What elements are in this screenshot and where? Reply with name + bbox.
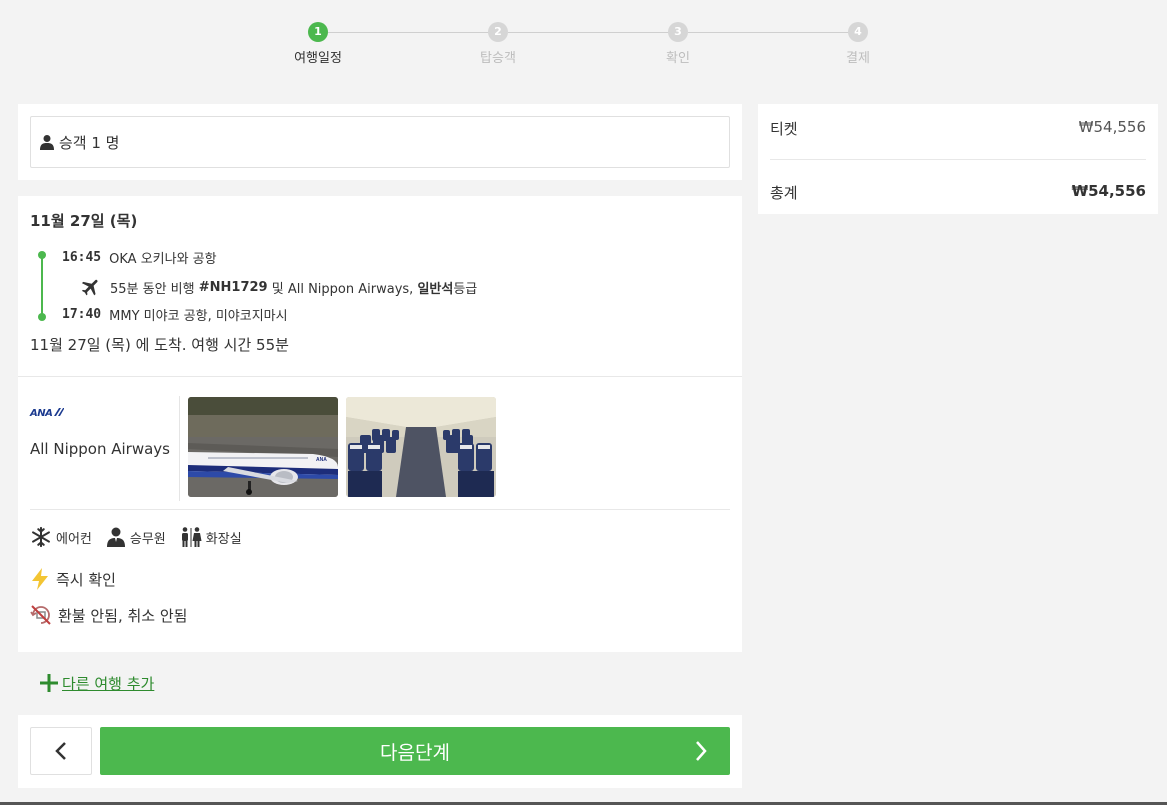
total-price-row: 총계 ₩54,556 [770,182,1146,203]
passenger-card: 승객 1 명 [18,104,742,180]
step-label: 탑승객 [480,51,516,66]
step-itinerary[interactable]: 1 여행일정 [258,22,378,66]
airline-logo: ANA [30,408,65,419]
refund-policy: 환불 안됨, 취소 안됨 [30,604,187,626]
step-label: 확인 [666,51,690,66]
step-passengers[interactable]: 2 탑승객 [438,22,558,66]
step-number: 2 [488,22,508,42]
airline-logo-mark [54,408,65,416]
next-step-label: 다음단계 [380,741,450,764]
chevron-left-icon [55,742,66,760]
step-number: 1 [308,22,328,42]
amenity-flight-attendant: 승무원 [106,527,166,547]
aircraft-cabin-photo[interactable] [346,397,496,497]
timeline-line [41,254,43,316]
step-confirm[interactable]: 3 확인 [618,22,738,66]
departure-dot [38,251,46,259]
divider [30,509,730,510]
svg-text:ANA: ANA [316,457,327,463]
step-number: 3 [668,22,688,42]
flight-number: #NH1729 [198,279,268,295]
ticket-amount: ₩54,556 [1078,118,1146,136]
aircraft-exterior-image: ANA [188,397,338,497]
itinerary-card: 11월 27일 (목) 16:45 OKA 오키나와 공항 55분 동안 비행 … [18,196,742,652]
snowflake-icon [32,526,50,548]
ticket-price-row: 티켓 ₩54,556 [770,118,1146,139]
progress-stepper: 1 여행일정 2 탑승객 3 확인 4 결제 [258,22,918,72]
aircraft-exterior-photo[interactable]: ANA [188,397,338,497]
divider [18,376,742,377]
cabin-suffix: 등급 [453,281,478,297]
arrival-row: 17:40 MMY 미야코 공항, 미야코지마시 [62,305,288,324]
arrival-note: 11월 27일 (목) 에 도착. 여행 시간 55분 [30,336,289,354]
divider [770,159,1146,160]
arrival-time: 17:40 [62,307,102,322]
amenity-label: 화장실 [205,531,242,547]
restroom-icon [181,527,202,547]
add-trip-label: 다른 여행 추가 [62,674,155,693]
plus-icon [40,674,58,692]
vertical-divider [179,396,180,501]
flight-airline: 및 All Nippon Airways, [271,281,414,297]
passenger-selector[interactable]: 승객 1 명 [30,116,730,168]
no-refund-icon [30,605,51,625]
step-number: 4 [848,22,868,42]
instant-confirmation: 즉시 확인 [30,568,116,590]
step-label: 여행일정 [294,51,342,66]
flight-duration: 55분 동안 비행 [110,281,195,297]
refund-policy-label: 환불 안됨, 취소 안됨 [58,606,188,625]
passenger-count: 승객 1 명 [59,133,120,152]
instant-confirmation-label: 즉시 확인 [56,570,116,589]
cabin-class: 일반석 [417,281,454,297]
airplane-icon [81,279,98,296]
person-icon [40,135,54,150]
back-button[interactable] [30,727,92,775]
flight-row: 55분 동안 비행 #NH1729 및 All Nippon Airways, … [80,276,477,298]
next-step-button[interactable]: 다음단계 [100,727,730,775]
navigation-bar: 다음단계 [18,715,742,788]
departure-place: OKA 오키나와 공항 [109,252,217,267]
total-amount: ₩54,556 [1071,182,1146,200]
chevron-right-icon [696,741,707,761]
step-payment[interactable]: 4 결제 [798,22,918,66]
amenities-list: 에어컨 승무원 화장실 [30,526,256,548]
amenity-label: 에어컨 [56,531,92,547]
ticket-label: 티켓 [770,120,798,138]
aircraft-cabin-image [346,397,496,497]
price-summary: 티켓 ₩54,556 총계 ₩54,556 [758,104,1158,214]
amenity-label: 승무원 [129,531,166,547]
amenity-air-conditioning: 에어컨 [30,526,92,548]
arrival-place: MMY 미야코 공항, 미야코지마시 [109,309,288,324]
total-label: 총계 [770,184,798,202]
airline-name: All Nippon Airways [30,440,170,458]
amenity-restroom: 화장실 [180,527,242,547]
departure-row: 16:45 OKA 오키나와 공항 [62,248,217,267]
airline-logo-text: ANA [30,408,53,419]
arrival-dot [38,313,46,321]
travel-date: 11월 27일 (목) [30,212,138,230]
add-trip-link[interactable]: 다른 여행 추가 [38,672,154,694]
lightning-icon [32,568,48,590]
departure-time: 16:45 [62,250,102,265]
step-label: 결제 [846,51,870,66]
attendant-icon [106,527,125,547]
